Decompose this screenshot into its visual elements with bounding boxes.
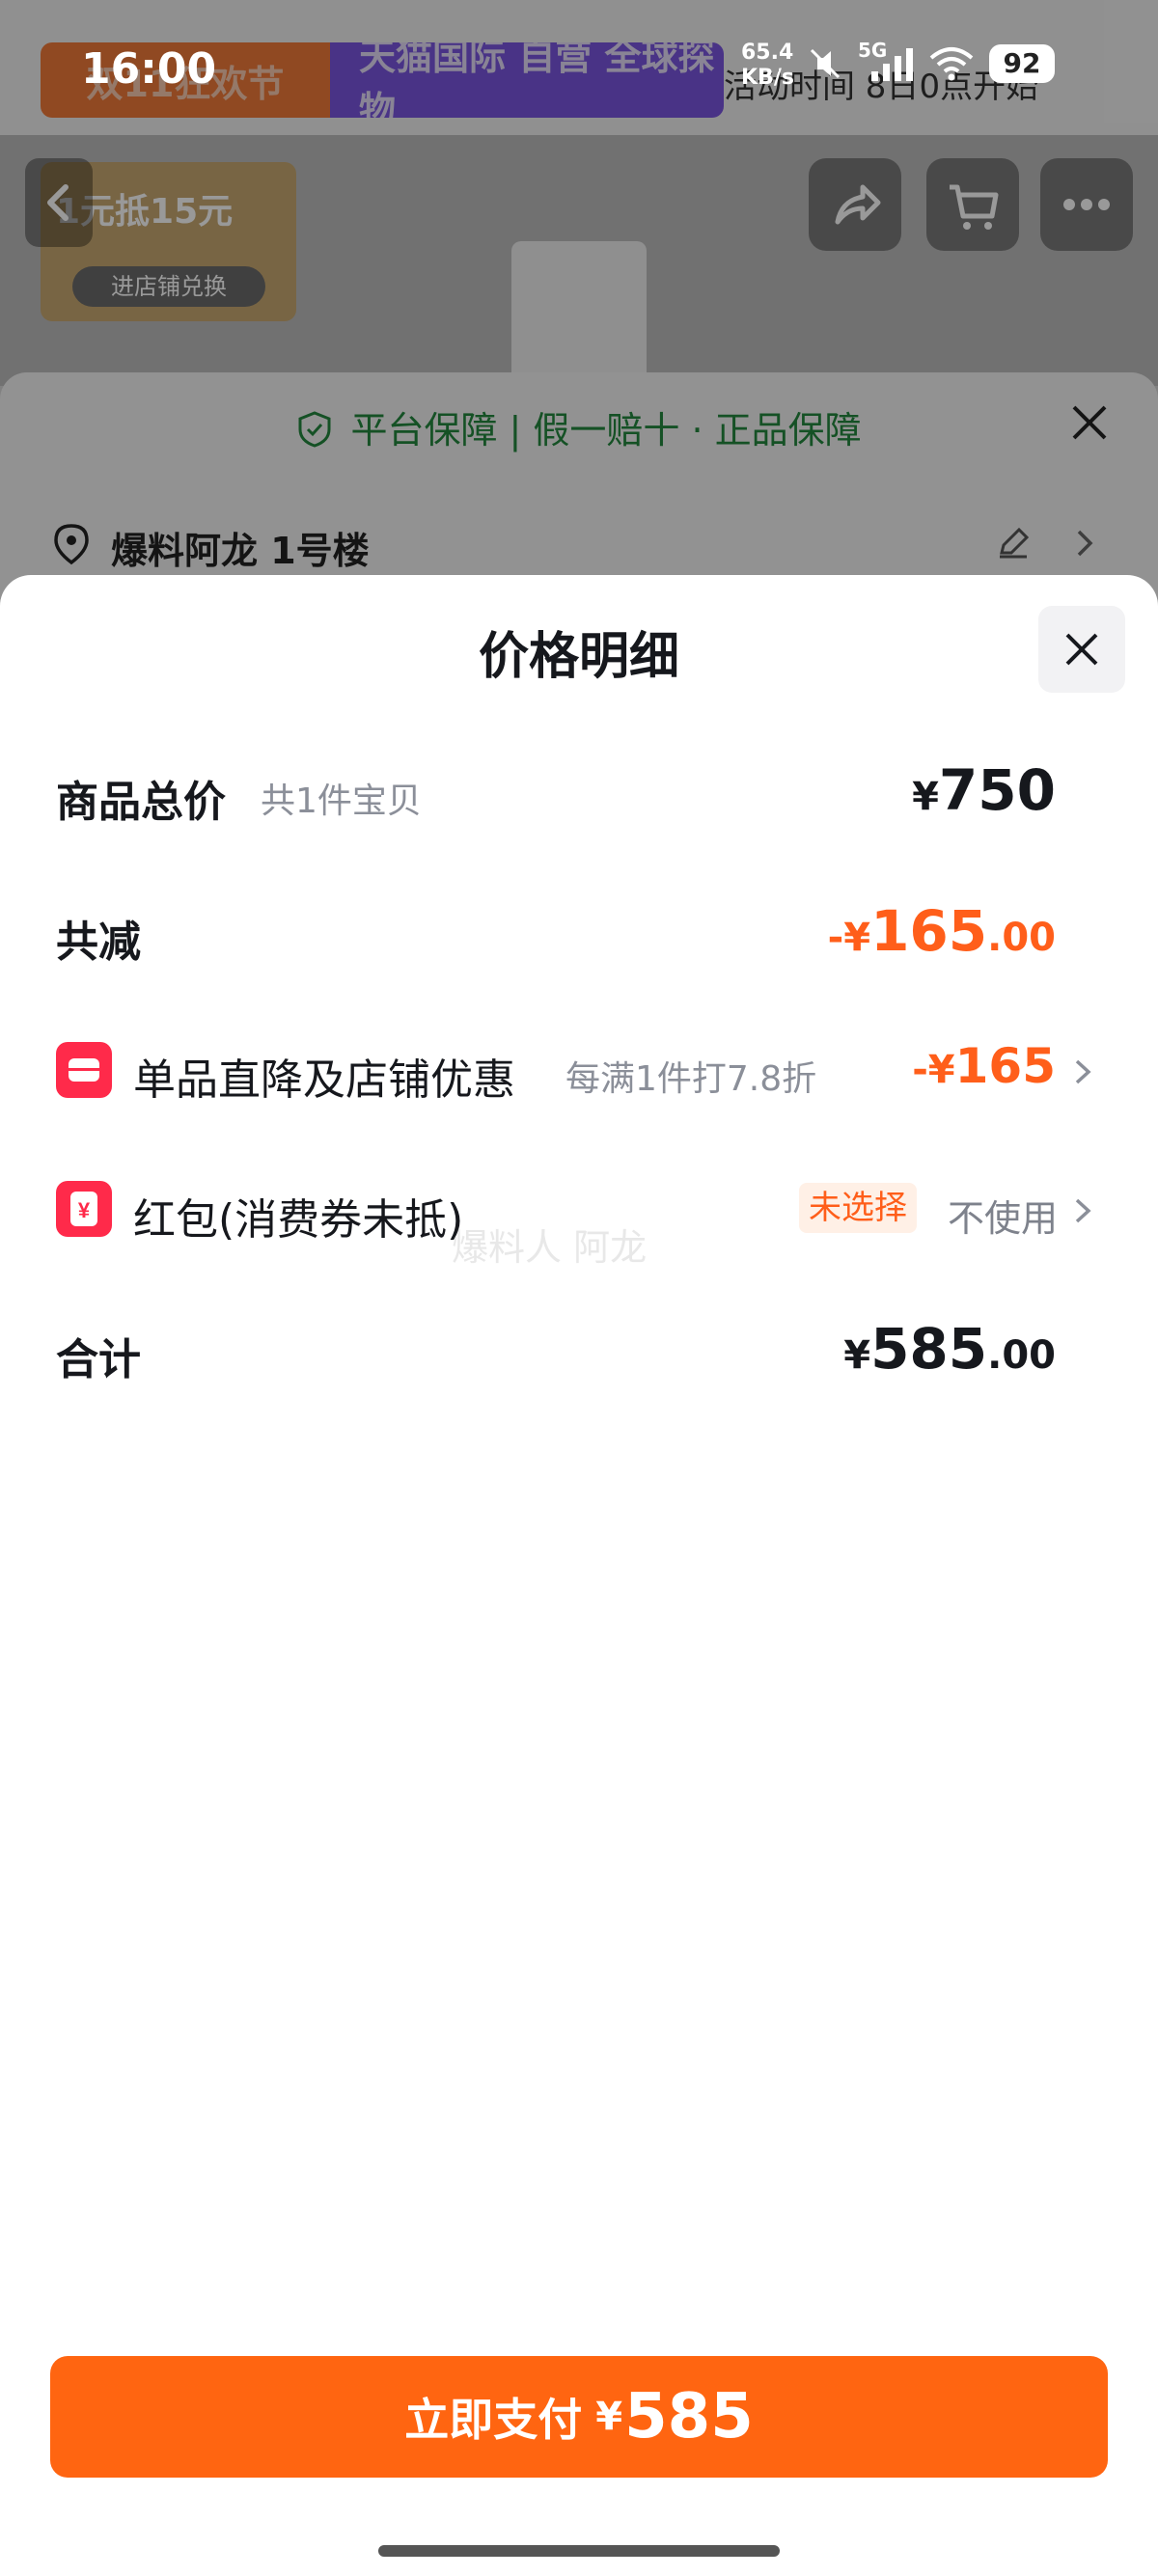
red-packet-label[interactable]: 红包(消费券未抵) — [133, 1185, 463, 1247]
store-discount-label[interactable]: 单品直降及店铺优惠 — [133, 1045, 515, 1107]
sheet-title: 价格明细 — [478, 628, 679, 686]
network-speed-value: 65.4 — [741, 41, 794, 65]
total-price-value: 750 — [938, 757, 1056, 823]
status-time: 16:00 — [81, 44, 217, 94]
sum-decimal: .00 — [987, 1333, 1056, 1378]
red-packet-action[interactable]: 不使用 — [948, 1189, 1058, 1242]
sum-currency: ¥ — [843, 1333, 871, 1378]
chevron-right-icon[interactable] — [1071, 1194, 1094, 1227]
pay-now-currency: ¥ — [595, 2395, 623, 2439]
network-type: 5G — [858, 39, 888, 62]
pay-now-button[interactable]: 立即支付 ¥ 585 — [50, 2356, 1108, 2478]
home-indicator[interactable] — [378, 2545, 780, 2557]
store-discount-amount[interactable]: -¥165 — [912, 1038, 1056, 1094]
red-packet-icon: ¥ — [56, 1181, 112, 1237]
wifi-icon — [929, 47, 974, 81]
mute-icon — [810, 48, 841, 79]
store-discount-prefix: -¥ — [912, 1048, 955, 1092]
watermark: 爆料人 阿龙 — [452, 1226, 648, 1269]
svg-text:¥: ¥ — [78, 1198, 91, 1222]
reduction-label: 共减 — [56, 918, 141, 967]
unselected-tag: 未选择 — [799, 1183, 917, 1233]
store-discount-icon — [56, 1042, 112, 1098]
reduction-prefix: -¥ — [827, 916, 871, 960]
total-price: ¥750 — [912, 757, 1056, 823]
store-discount-rule: 每满1件打7.8折 — [565, 1059, 817, 1099]
total-item-count: 共1件宝贝 — [261, 781, 422, 821]
sum-label: 合计 — [56, 1335, 141, 1384]
chevron-right-icon[interactable] — [1071, 1055, 1094, 1088]
network-speed: 65.4 KB/s — [741, 41, 794, 91]
battery-indicator: 92 — [989, 44, 1055, 83]
pay-now-amount: 585 — [624, 2381, 754, 2453]
price-detail-sheet — [0, 575, 1158, 2576]
sum-price: ¥585.00 — [843, 1316, 1056, 1382]
status-icons: 5G 92 — [806, 39, 1055, 83]
reduction-decimal: .00 — [987, 916, 1056, 960]
total-price-currency: ¥ — [912, 775, 939, 819]
total-price-label: 商品总价 — [56, 778, 226, 827]
close-button[interactable] — [1038, 606, 1125, 693]
reduction-amount: -¥165.00 — [828, 898, 1056, 964]
close-icon — [1065, 633, 1098, 666]
network-speed-unit: KB/s — [741, 66, 794, 90]
reduction-value: 165 — [870, 898, 988, 964]
yuan-icon: ¥ — [70, 1192, 97, 1226]
shop-icon — [69, 1058, 99, 1082]
store-discount-value: 165 — [954, 1038, 1056, 1094]
signal-icon: 5G — [858, 39, 914, 83]
sum-value: 585 — [870, 1316, 988, 1382]
pay-now-label: 立即支付 — [404, 2394, 583, 2446]
